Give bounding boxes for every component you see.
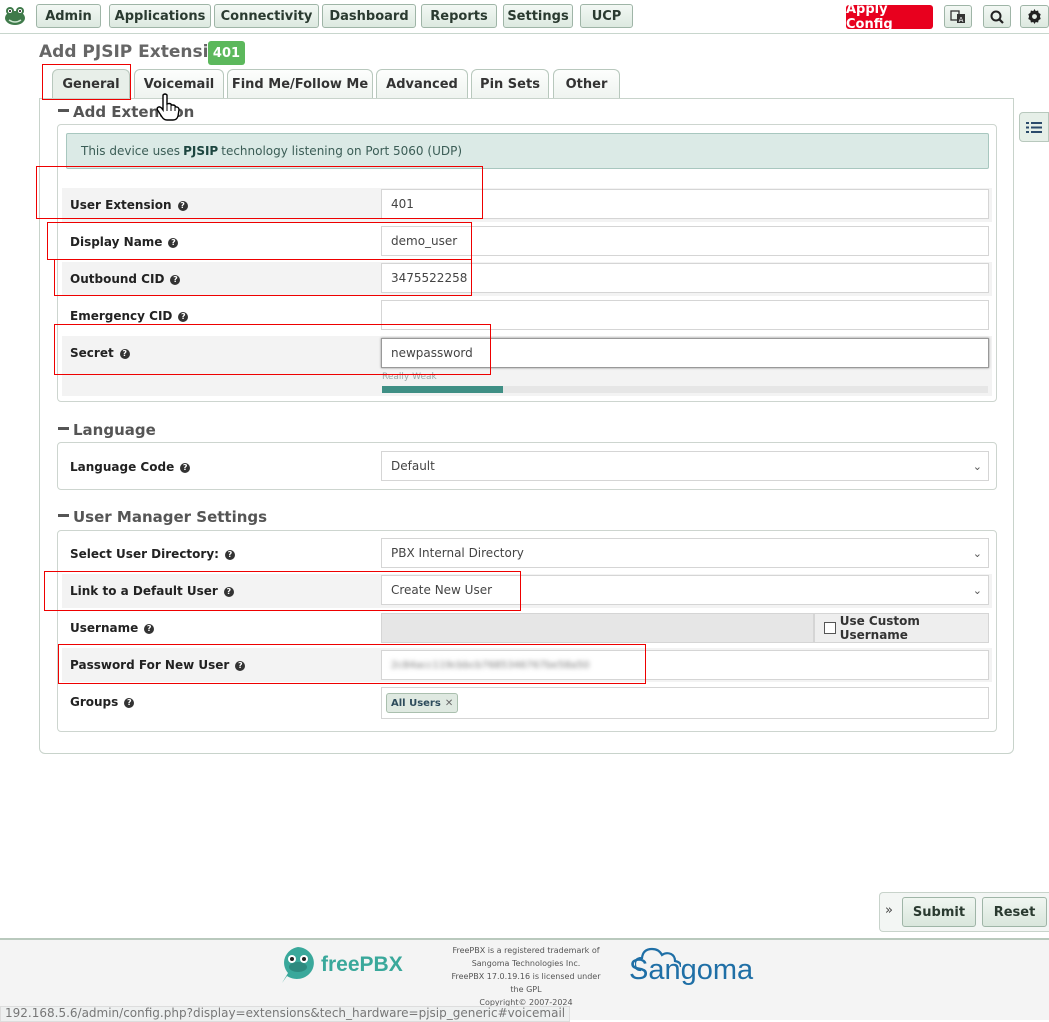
groups-input[interactable]: All Users ✕ [381,687,989,719]
section-user-manager-label: User Manager Settings [73,508,268,526]
use-custom-username-toggle[interactable]: Use Custom Username [814,613,989,643]
use-custom-username-checkbox[interactable] [824,622,836,634]
status-bar-url: 192.168.5.6/admin/config.php?display=ext… [0,1006,571,1022]
outbound-cid-input[interactable]: 3475522258 [381,263,989,293]
help-icon[interactable]: ? [144,623,155,634]
sangoma-logo[interactable]: Sangoma [627,944,787,994]
info-tech: PJSIP [183,144,219,158]
language-code-label: Language Code? [70,460,191,474]
tab-find-me-follow-me[interactable]: Find Me/Follow Me [227,69,373,99]
language-code-select[interactable]: Default ⌄ [381,451,989,481]
tab-other[interactable]: Other [553,69,620,99]
top-nav-bar: Admin Applications Connectivity Dashboar… [0,0,1049,34]
group-tag-label: All Users [391,697,441,709]
chevron-down-icon: ⌄ [972,460,982,473]
help-icon[interactable]: ? [178,311,189,322]
collapse-icon[interactable] [58,514,69,517]
section-user-manager[interactable]: User Manager Settings [58,508,267,526]
display-name-input[interactable]: demo_user [381,226,989,256]
user-directory-select[interactable]: PBX Internal Directory ⌄ [381,538,989,568]
legal-text: FreePBX is a registered trademark of San… [451,946,601,1007]
nav-settings[interactable]: Settings [503,4,573,28]
extension-badge: 401 [208,41,245,65]
collapse-icon[interactable] [58,109,69,112]
highlight-default-user [44,571,521,611]
username-input [381,613,814,643]
chevron-down-icon: ⌄ [972,584,982,597]
footer: freePBX FreePBX is a registered trademar… [0,938,1049,1022]
section-language[interactable]: Language [58,421,156,439]
apply-config-button[interactable]: Apply Config [846,2,933,32]
language-icon[interactable]: A [944,5,972,28]
highlight-outbound-cid [54,259,472,296]
collapse-actions-icon[interactable]: » [885,903,893,918]
freepbx-logo[interactable]: freePBX [279,945,409,985]
user-directory-value: PBX Internal Directory [391,546,524,560]
nav-reports[interactable]: Reports [421,4,497,28]
group-tag: All Users ✕ [386,693,459,713]
reset-button[interactable]: Reset [982,897,1047,927]
help-icon[interactable]: ? [124,697,135,708]
nav-admin[interactable]: Admin [36,4,101,28]
tab-advanced[interactable]: Advanced [376,69,468,99]
password-strength-track [382,386,988,393]
gear-icon[interactable] [1020,5,1049,28]
tab-pin-sets[interactable]: Pin Sets [471,69,549,99]
highlight-display-name [47,222,472,260]
chevron-down-icon: ⌄ [972,547,982,560]
nav-connectivity[interactable]: Connectivity [214,4,319,28]
username-label: Username? [70,621,155,635]
info-suffix: technology listening on Port 5060 (UDP) [221,144,463,158]
highlight-tab-general [42,64,131,100]
help-icon[interactable]: ? [224,549,235,560]
frog-logo-icon[interactable] [3,5,27,27]
remove-tag-icon[interactable]: ✕ [445,698,453,709]
help-icon[interactable]: ? [180,462,191,473]
nav-ucp[interactable]: UCP [580,4,633,28]
svg-text:A: A [959,16,964,24]
search-icon[interactable] [983,5,1011,28]
user-directory-label: Select User Directory:? [70,547,235,561]
sangoma-wordmark: Sangoma [629,954,754,986]
password-strength-fill [382,386,504,393]
highlight-user-extension [36,166,483,219]
groups-label: Groups? [70,695,135,709]
highlight-secret [54,324,491,375]
technology-info-alert: This device uses PJSIP technology listenin… [66,133,989,169]
nav-dashboard[interactable]: Dashboard [322,4,416,28]
collapse-icon[interactable] [58,427,69,430]
hand-cursor-icon [156,93,180,125]
section-language-label: Language [73,421,156,439]
language-code-value: Default [391,459,435,473]
info-prefix: This device uses [81,144,181,158]
list-toggle-icon[interactable] [1019,112,1049,142]
nav-applications[interactable]: Applications [109,4,211,28]
emergency-cid-label: Emergency CID? [70,309,189,323]
page-title: Add PJSIP Extension [39,42,233,62]
submit-button[interactable]: Submit [902,897,976,927]
highlight-new-user-password [58,644,646,684]
freepbx-wordmark: freePBX [321,953,403,976]
use-custom-username-label: Use Custom Username [839,614,920,642]
